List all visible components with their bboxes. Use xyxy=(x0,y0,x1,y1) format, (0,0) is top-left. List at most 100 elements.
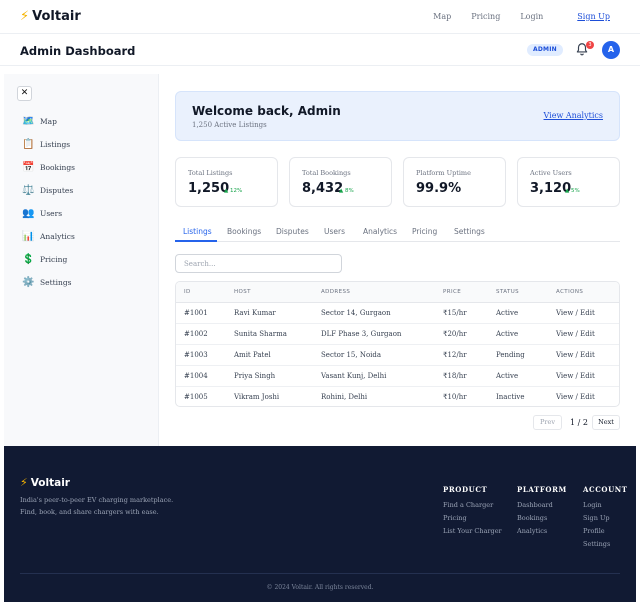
stat-value: 99.9% xyxy=(416,181,462,196)
sidebar-close-button[interactable]: ✕ xyxy=(17,86,32,101)
stat-card-total-listings: Total Listings 1,250 ▲ 12% xyxy=(175,157,278,207)
gear-icon: ⚙️ xyxy=(22,276,35,288)
stat-label: Total Bookings xyxy=(302,169,351,177)
sidebar-item-pricing[interactable]: 💲 Pricing xyxy=(22,252,67,266)
cell-price: ₹15/hr xyxy=(443,309,467,317)
stat-label: Platform Uptime xyxy=(416,169,471,177)
column-header-status: STATUS xyxy=(496,289,520,295)
cell-address: Vasant Kunj, Delhi xyxy=(321,372,387,380)
cell-address: DLF Phase 3, Gurgaon xyxy=(321,330,402,338)
table-row: #1004 Priya Singh Vasant Kunj, Delhi ₹18… xyxy=(176,366,619,387)
row-actions-link[interactable]: View / Edit xyxy=(556,372,595,380)
cell-address: Sector 15, Noida xyxy=(321,351,382,359)
avatar[interactable]: A xyxy=(602,41,620,59)
table-header: ID HOST ADDRESS PRICE STATUS ACTIONS xyxy=(176,282,619,303)
tab-disputes[interactable]: Disputes xyxy=(276,227,309,236)
sidebar-item-map[interactable]: 🗺️ Map xyxy=(22,114,57,128)
nav-link-login[interactable]: Login xyxy=(520,12,543,21)
sidebar-item-label: Analytics xyxy=(40,231,75,241)
listings-table: ID HOST ADDRESS PRICE STATUS ACTIONS #10… xyxy=(175,281,620,407)
sidebar-item-users[interactable]: 👥 Users xyxy=(22,206,62,220)
nav-link-pricing[interactable]: Pricing xyxy=(471,12,500,21)
view-analytics-link[interactable]: View Analytics xyxy=(544,111,603,120)
tab-settings[interactable]: Settings xyxy=(454,227,485,236)
row-actions-link[interactable]: View / Edit xyxy=(556,351,595,359)
stat-card-platform-uptime: Platform Uptime 99.9% xyxy=(403,157,506,207)
stat-card-total-bookings: Total Bookings 8,432 ▲ 8% xyxy=(289,157,392,207)
nav-link-signup[interactable]: Sign Up xyxy=(577,12,610,21)
table-row: #1005 Vikram Joshi Rohini, Delhi ₹10/hr … xyxy=(176,387,619,406)
page-title: Admin Dashboard xyxy=(20,44,136,58)
footer-copyright: © 2024 Voltair. All rights reserved. xyxy=(266,584,374,591)
cell-id: #1001 xyxy=(184,309,208,317)
stat-label: Total Listings xyxy=(188,169,233,177)
footer-link[interactable]: Profile xyxy=(583,527,605,535)
row-actions-link[interactable]: View / Edit xyxy=(556,309,595,317)
column-header-id: ID xyxy=(184,289,191,295)
tab-bookings[interactable]: Bookings xyxy=(227,227,261,236)
prev-page-button[interactable]: Prev xyxy=(533,415,562,430)
footer-link[interactable]: Analytics xyxy=(517,527,547,535)
bar-chart-icon: 📊 xyxy=(22,230,35,242)
tab-pricing[interactable]: Pricing xyxy=(412,227,437,236)
stat-card-active-users: Active Users 3,120 ▲ 5% xyxy=(517,157,620,207)
column-header-address: ADDRESS xyxy=(321,289,351,295)
cell-address: Rohini, Delhi xyxy=(321,393,368,401)
sidebar-item-label: Pricing xyxy=(40,254,68,264)
nav-link-map[interactable]: Map xyxy=(433,12,451,21)
tab-users[interactable]: Users xyxy=(324,227,345,236)
dashboard-header: Admin Dashboard ADMIN 3 A xyxy=(0,34,640,66)
close-icon: ✕ xyxy=(20,88,29,98)
dollar-icon: 💲 xyxy=(22,253,35,265)
cell-status: Active xyxy=(496,309,519,317)
footer-link[interactable]: Bookings xyxy=(517,514,547,522)
cell-id: #1005 xyxy=(184,393,208,401)
footer-link[interactable]: Login xyxy=(583,501,602,509)
stat-change: ▲ 12% xyxy=(224,188,243,194)
sidebar-item-label: Settings xyxy=(40,277,72,287)
cell-price: ₹12/hr xyxy=(443,351,467,359)
tab-analytics[interactable]: Analytics xyxy=(363,227,397,236)
sidebar-item-settings[interactable]: ⚙️ Settings xyxy=(22,275,71,289)
footer-link[interactable]: List Your Charger xyxy=(443,527,502,535)
stat-value: 1,250 xyxy=(188,181,230,196)
sidebar-item-label: Listings xyxy=(40,139,71,149)
row-actions-link[interactable]: View / Edit xyxy=(556,393,595,401)
sidebar-item-bookings[interactable]: 📅 Bookings xyxy=(22,160,75,174)
table-row: #1001 Ravi Kumar Sector 14, Gurgaon ₹15/… xyxy=(176,303,619,324)
footer-brand[interactable]: ⚡ Voltair xyxy=(20,476,70,489)
footer-link[interactable]: Dashboard xyxy=(517,501,553,509)
cell-id: #1002 xyxy=(184,330,208,338)
footer-link[interactable]: Find a Charger xyxy=(443,501,493,509)
footer: ⚡ Voltair India's peer-to-peer EV chargi… xyxy=(4,446,636,602)
sidebar-item-label: Bookings xyxy=(40,162,75,172)
row-actions-link[interactable]: View / Edit xyxy=(556,330,595,338)
footer-brand-name: Voltair xyxy=(30,476,70,489)
cell-host: Ravi Kumar xyxy=(234,309,276,317)
footer-divider xyxy=(20,573,620,574)
stat-value: 8,432 xyxy=(302,181,344,196)
cell-host: Vikram Joshi xyxy=(234,393,280,401)
sidebar-item-label: Users xyxy=(40,208,63,218)
lightning-bolt-icon: ⚡ xyxy=(20,9,30,24)
footer-tagline: India's peer-to-peer EV charging marketp… xyxy=(20,496,174,504)
role-badge: ADMIN xyxy=(527,44,563,56)
sidebar-item-disputes[interactable]: ⚖️ Disputes xyxy=(22,183,73,197)
calendar-icon: 📅 xyxy=(22,161,35,173)
brand-logo[interactable]: ⚡ Voltair xyxy=(20,9,81,24)
sidebar-item-listings[interactable]: 📋 Listings xyxy=(22,137,70,151)
tab-bar: Listings Bookings Disputes Users Analyti… xyxy=(175,222,620,242)
sidebar-item-analytics[interactable]: 📊 Analytics xyxy=(22,229,75,243)
footer-link[interactable]: Sign Up xyxy=(583,514,610,522)
page-info: 1 / 2 xyxy=(570,418,588,427)
stat-change: ▲ 5% xyxy=(565,188,580,194)
active-tab-indicator xyxy=(175,240,217,242)
cell-status: Pending xyxy=(496,351,525,359)
stat-label: Active Users xyxy=(530,169,572,177)
footer-link[interactable]: Settings xyxy=(583,540,610,548)
tab-listings[interactable]: Listings xyxy=(183,227,212,236)
footer-link[interactable]: Pricing xyxy=(443,514,467,522)
map-icon: 🗺️ xyxy=(22,115,35,127)
search-input[interactable] xyxy=(175,254,342,273)
next-page-button[interactable]: Next xyxy=(592,415,620,430)
